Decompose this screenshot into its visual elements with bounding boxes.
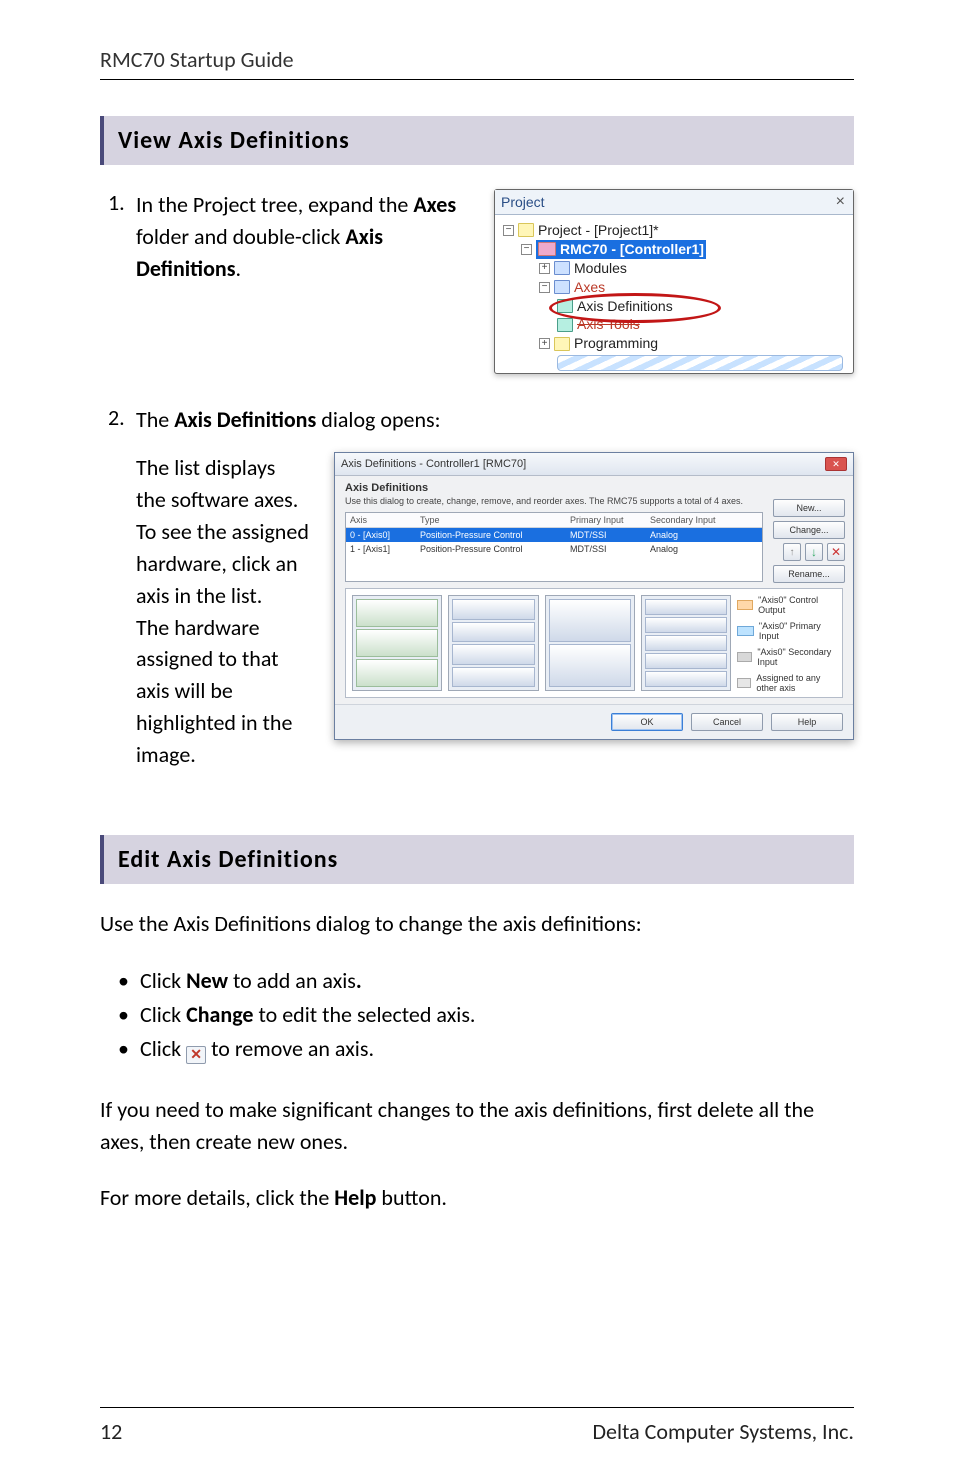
change-button[interactable]: Change... — [773, 521, 845, 539]
dialog-subheader: Axis Definitions — [335, 476, 853, 496]
torn-edge-decoration — [557, 355, 843, 371]
axisdef-icon — [557, 299, 573, 313]
tree-axis-tools[interactable]: Axis Tools — [577, 315, 640, 334]
module-block — [448, 595, 538, 691]
bullet-new: Click New to add an axis. — [140, 964, 854, 998]
steps-list: 1. In the Project tree, expand the Axes … — [108, 189, 854, 771]
dialog-button-column: New... Change... ↑ ↓ ✕ Rename... — [773, 499, 845, 583]
folder-icon — [554, 337, 570, 351]
controller-icon — [538, 242, 556, 256]
tree-axes[interactable]: Axes — [574, 278, 605, 297]
section-heading-edit: Edit Axis Definitions — [100, 835, 854, 884]
tree-panel: Project × −Project - [Project1]* −RMC70 … — [494, 189, 854, 374]
tree-programming[interactable]: Programming — [574, 334, 658, 353]
step-1-text: In the Project tree, expand the Axes fol… — [136, 189, 470, 285]
move-up-button[interactable]: ↑ — [783, 543, 801, 561]
legend-swatch — [737, 626, 754, 636]
step-number: 1. — [108, 189, 125, 216]
section-heading-view: View Axis Definitions — [100, 116, 854, 165]
tree-header-title: Project — [501, 194, 545, 210]
page-number: 12 — [100, 1418, 122, 1445]
running-header: RMC70 Startup Guide — [100, 46, 854, 73]
collapse-icon[interactable]: − — [521, 244, 532, 255]
expand-icon[interactable]: + — [539, 338, 550, 349]
edit-intro: Use the Axis Definitions dialog to chang… — [100, 908, 854, 940]
module-block — [352, 595, 442, 691]
legend-swatch — [737, 678, 751, 688]
collapse-icon[interactable]: − — [539, 282, 550, 293]
move-down-button[interactable]: ↓ — [805, 543, 823, 561]
dialog: Axis Definitions - Controller1 [RMC70] ✕… — [334, 452, 854, 740]
expand-icon[interactable]: + — [539, 263, 550, 274]
bullet-change: Click Change to edit the selected axis. — [140, 998, 854, 1032]
close-icon[interactable]: ✕ — [825, 457, 847, 471]
page-footer: 12 Delta Computer Systems, Inc. — [100, 1418, 854, 1445]
axis-list[interactable]: Axis Type Primary Input Secondary Input … — [345, 512, 763, 582]
legend-swatch — [737, 600, 753, 610]
edit-bullets: Click New to add an axis. Click Change t… — [100, 964, 854, 1066]
dialog-titlebar: Axis Definitions - Controller1 [RMC70] ✕ — [335, 453, 853, 476]
hardware-preview: "Axis0" Control Output "Axis0" Primary I… — [345, 588, 843, 698]
new-button[interactable]: New... — [773, 499, 845, 517]
delete-x-icon: ✕ — [186, 1046, 206, 1064]
legend: "Axis0" Control Output "Axis0" Primary I… — [737, 595, 836, 691]
edit-note: If you need to make significant changes … — [100, 1094, 854, 1158]
tree-controller-selected[interactable]: RMC70 - [Controller1] — [536, 240, 706, 259]
step-2: 2. The Axis Definitions dialog opens: Th… — [136, 404, 854, 771]
collapse-icon[interactable]: − — [503, 225, 514, 236]
module-block — [641, 595, 731, 691]
list-row-selected[interactable]: 0 - [Axis0] Position-Pressure Control MD… — [346, 528, 762, 542]
step-1: 1. In the Project tree, expand the Axes … — [136, 189, 854, 374]
dialog-bottom-buttons: OK Cancel Help — [335, 704, 853, 739]
ok-button[interactable]: OK — [611, 713, 683, 731]
help-button[interactable]: Help — [771, 713, 843, 731]
tree-header: Project × — [495, 190, 853, 215]
axis-definitions-dialog: Axis Definitions - Controller1 [RMC70] ✕… — [334, 452, 854, 740]
edit-help-note: For more details, click the Help button. — [100, 1182, 854, 1214]
page: RMC70 Startup Guide View Axis Definition… — [0, 0, 954, 1475]
step-number: 2. — [108, 404, 125, 431]
project-icon — [518, 223, 534, 237]
tree-modules[interactable]: Modules — [574, 259, 627, 278]
bottom-rule — [100, 1407, 854, 1408]
tree-root[interactable]: Project - [Project1]* — [538, 221, 659, 240]
tree-axis-definitions[interactable]: Axis Definitions — [577, 297, 673, 316]
step-2-text: The list displays the software axes. To … — [136, 452, 310, 771]
dialog-title: Axis Definitions - Controller1 [RMC70] — [341, 458, 526, 470]
module-block — [545, 595, 635, 691]
folder-icon — [554, 280, 570, 294]
list-header: Axis Type Primary Input Secondary Input — [346, 513, 762, 528]
list-row[interactable]: 1 - [Axis1] Position-Pressure Control MD… — [346, 542, 762, 556]
legend-swatch — [737, 652, 752, 662]
rename-button[interactable]: Rename... — [773, 565, 845, 583]
axistools-icon — [557, 318, 573, 332]
folder-icon — [554, 261, 570, 275]
close-icon[interactable]: × — [836, 193, 845, 211]
project-tree-screenshot: Project × −Project - [Project1]* −RMC70 … — [494, 189, 854, 374]
footer-company: Delta Computer Systems, Inc. — [592, 1418, 854, 1445]
top-rule — [100, 79, 854, 80]
tree-body: −Project - [Project1]* −RMC70 - [Control… — [495, 215, 853, 373]
bullet-remove: Click ✕ to remove an axis. — [140, 1032, 854, 1066]
delete-button[interactable]: ✕ — [827, 543, 845, 561]
cancel-button[interactable]: Cancel — [691, 713, 763, 731]
